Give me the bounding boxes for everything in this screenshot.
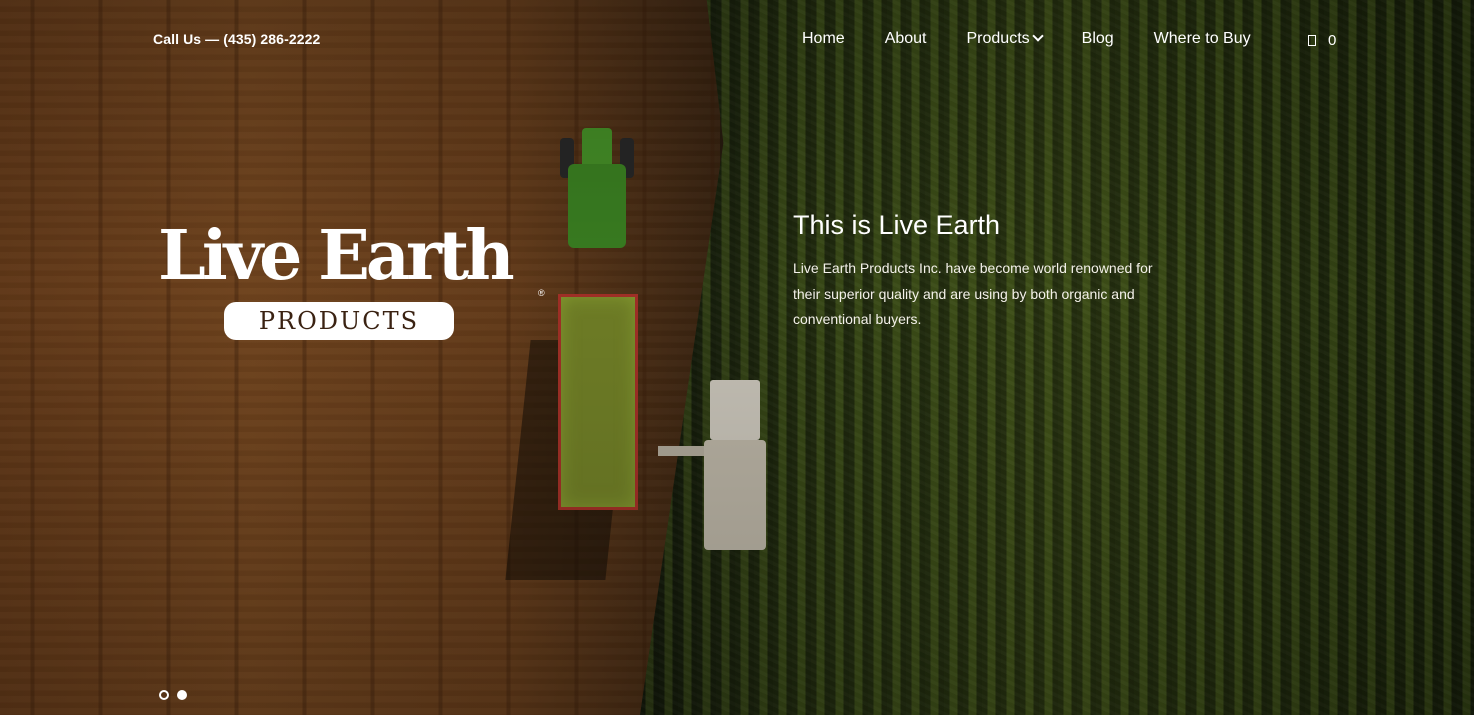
hero-heading: This is Live Earth bbox=[793, 210, 1001, 240]
cart-button[interactable]: 0 bbox=[1308, 32, 1336, 49]
hero-section: Call Us — (435) 286-2222 Home About Prod… bbox=[0, 0, 1474, 715]
logo-products-badge: PRODUCTS bbox=[224, 302, 454, 340]
logo-subtitle: PRODUCTS bbox=[258, 307, 420, 335]
slider-pagination bbox=[159, 690, 195, 700]
dark-overlay bbox=[0, 0, 1474, 715]
nav-about[interactable]: About bbox=[885, 30, 927, 48]
hero-content: This is Live Earth Live Earth Products I… bbox=[793, 206, 1173, 333]
main-nav: Home About Products Blog Where to Buy bbox=[802, 30, 1291, 48]
shopping-bag-icon bbox=[1308, 35, 1316, 46]
registered-mark: ® bbox=[538, 288, 545, 298]
chevron-down-icon bbox=[1031, 30, 1044, 42]
nav-products-label: Products bbox=[966, 30, 1030, 47]
slider-dot-1[interactable] bbox=[159, 690, 169, 700]
nav-where-to-buy[interactable]: Where to Buy bbox=[1154, 30, 1251, 48]
logo-title: Live Earth bbox=[158, 216, 515, 296]
slider-dot-2[interactable] bbox=[177, 690, 187, 700]
live-earth-logo[interactable]: Live Earth ® PRODUCTS bbox=[158, 214, 558, 344]
phone-number[interactable]: Call Us — (435) 286-2222 bbox=[153, 31, 320, 47]
cart-count: 0 bbox=[1328, 32, 1337, 49]
nav-blog[interactable]: Blog bbox=[1082, 30, 1114, 48]
nav-products[interactable]: Products bbox=[966, 30, 1044, 48]
hero-description: Live Earth Products Inc. have become wor… bbox=[793, 260, 1153, 327]
nav-home[interactable]: Home bbox=[802, 30, 845, 48]
